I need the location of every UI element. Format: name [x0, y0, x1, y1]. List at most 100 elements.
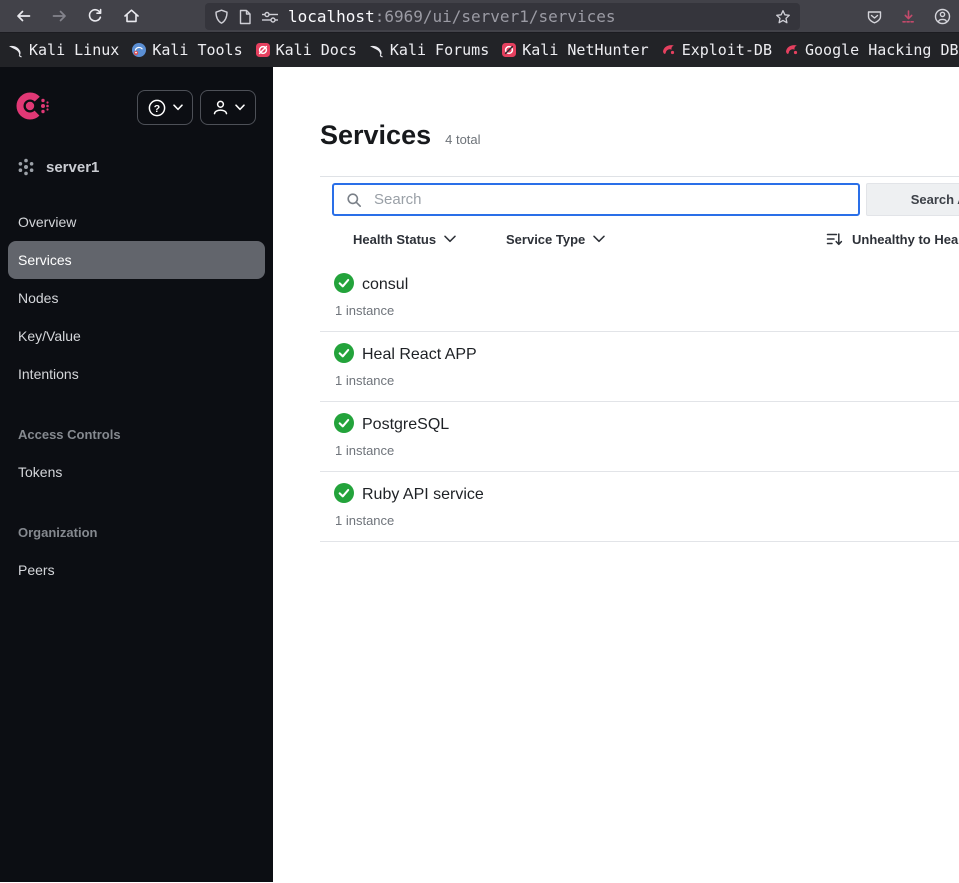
page-info-icon[interactable] [238, 9, 252, 25]
svg-text:?: ? [154, 103, 160, 115]
healthy-check-icon [334, 343, 354, 363]
kali-nethunter-icon [502, 43, 517, 57]
permissions-icon[interactable] [261, 10, 279, 24]
service-name-link[interactable]: PostgreSQL [362, 415, 449, 435]
home-icon[interactable] [116, 2, 146, 30]
bookmark-label: Kali Forums [389, 41, 490, 59]
help-icon: ? [148, 99, 166, 116]
chevron-down-icon [593, 235, 606, 243]
browser-toolbar: localhost:6969/ui/server1/services [0, 0, 959, 33]
datacenter-selector[interactable]: server1 [16, 157, 99, 177]
sidebar-item-tokens[interactable]: Tokens [0, 453, 273, 491]
service-row[interactable]: PostgreSQL 1 instance [320, 402, 959, 472]
nav-buttons [0, 2, 146, 30]
bookmark-kali-nethunter[interactable]: Kali NetHunter [501, 41, 649, 59]
bookmark-exploit-db[interactable]: Exploit-DB [661, 41, 772, 59]
service-name-link[interactable]: Heal React APP [362, 345, 477, 365]
kali-tools-icon [132, 43, 147, 57]
health-status-filter[interactable]: Health Status [353, 225, 456, 253]
bookmarks-bar: Kali Linux Kali Tools Kali Docs Kali For… [0, 33, 959, 67]
bookmark-label: Kali Tools [152, 41, 243, 59]
url-host: localhost [288, 7, 375, 26]
healthy-check-icon [334, 273, 354, 293]
page-header: Services 4 total [320, 120, 481, 151]
bookmark-google-hacking-db[interactable]: Google Hacking DB [784, 41, 959, 59]
service-type-filter[interactable]: Service Type [506, 225, 606, 253]
consul-app: ? server1 Overview Services Nodes Key/Va… [0, 67, 959, 882]
url-path: :6969/ui/server1/services [374, 7, 616, 26]
services-page: Services 4 total Search Across Health St… [273, 67, 959, 882]
kali-dragon-icon [369, 45, 383, 58]
bookmark-label: Kali Docs [275, 41, 357, 59]
kali-dragon-icon [9, 45, 22, 58]
sort-control[interactable]: Unhealthy to Healthy [826, 225, 959, 253]
chevron-down-icon [173, 104, 183, 111]
chevron-down-icon [444, 235, 456, 243]
datacenter-name: server1 [46, 158, 100, 176]
service-instances: 1 instance [335, 443, 395, 458]
service-row[interactable]: Heal React APP 1 instance [320, 332, 959, 402]
bookmark-star-icon[interactable] [775, 9, 791, 25]
datacenter-icon [18, 158, 34, 176]
bookmark-kali-tools[interactable]: Kali Tools [131, 41, 243, 59]
healthy-check-icon [334, 413, 354, 433]
toolbar-right-icons [866, 0, 959, 33]
search-input[interactable] [372, 190, 850, 209]
chevron-down-icon [234, 104, 245, 111]
filter-label: Service Type [506, 231, 586, 247]
download-icon[interactable] [900, 9, 917, 25]
sidebar-item-peers[interactable]: Peers [0, 551, 273, 589]
service-name-link[interactable]: Ruby API service [362, 485, 484, 505]
search-box [332, 183, 860, 216]
forward-icon[interactable] [44, 2, 74, 30]
sidebar-item-nodes[interactable]: Nodes [0, 279, 273, 317]
search-row: Search Across [332, 183, 959, 216]
services-list: consul 1 instance Heal React APP 1 insta… [320, 262, 959, 542]
reload-icon[interactable] [80, 2, 110, 30]
user-menu-button[interactable] [200, 90, 256, 125]
service-instances: 1 instance [335, 373, 395, 388]
bookmark-label: Kali Linux [29, 41, 120, 59]
sort-icon [826, 233, 843, 246]
total-count: 4 total [445, 132, 481, 147]
bookmark-label: Kali NetHunter [522, 41, 649, 59]
back-icon[interactable] [8, 2, 38, 30]
sidebar-item-overview[interactable]: Overview [0, 203, 273, 241]
sidebar-top-buttons: ? [137, 90, 256, 125]
search-icon [347, 192, 361, 207]
header-divider [320, 176, 959, 177]
exploit-db-icon [662, 45, 674, 55]
google-hacking-db-icon [786, 45, 798, 55]
healthy-check-icon [334, 483, 354, 503]
filter-label: Health Status [353, 231, 437, 247]
section-header-access-controls: Access Controls [18, 426, 121, 442]
service-row[interactable]: Ruby API service 1 instance [320, 472, 959, 542]
sidebar-item-services[interactable]: Services [8, 241, 265, 279]
filter-bar: Health Status Service Type Unhealthy to … [273, 225, 959, 253]
url-bar[interactable]: localhost:6969/ui/server1/services [205, 3, 800, 30]
sidebar-nav: Overview Services Nodes Key/Value Intent… [0, 203, 273, 589]
url-text: localhost:6969/ui/server1/services [288, 7, 766, 26]
bookmark-kali-linux[interactable]: Kali Linux [8, 41, 119, 59]
account-icon[interactable] [934, 8, 951, 25]
shield-icon[interactable] [214, 9, 229, 25]
sidebar-item-key-value[interactable]: Key/Value [0, 317, 273, 355]
service-name-link[interactable]: consul [362, 275, 408, 295]
bookmark-kali-forums[interactable]: Kali Forums [369, 41, 489, 59]
section-header-organization: Organization [18, 524, 98, 540]
help-menu-button[interactable]: ? [137, 90, 193, 125]
sidebar: ? server1 Overview Services Nodes Key/Va… [0, 67, 273, 882]
service-instances: 1 instance [335, 513, 395, 528]
sidebar-item-intentions[interactable]: Intentions [0, 355, 273, 393]
bookmark-label: Exploit-DB [681, 41, 772, 59]
bookmark-label: Google Hacking DB [805, 41, 959, 59]
sort-label: Unhealthy to Healthy [852, 231, 959, 247]
search-across-button[interactable]: Search Across [866, 183, 959, 216]
kali-docs-icon [255, 43, 270, 57]
service-instances: 1 instance [335, 303, 395, 318]
user-icon [213, 100, 227, 115]
consul-logo-icon[interactable] [15, 89, 51, 123]
bookmark-kali-docs[interactable]: Kali Docs [255, 41, 357, 59]
pocket-icon[interactable] [866, 9, 883, 25]
service-row[interactable]: consul 1 instance [320, 262, 959, 332]
